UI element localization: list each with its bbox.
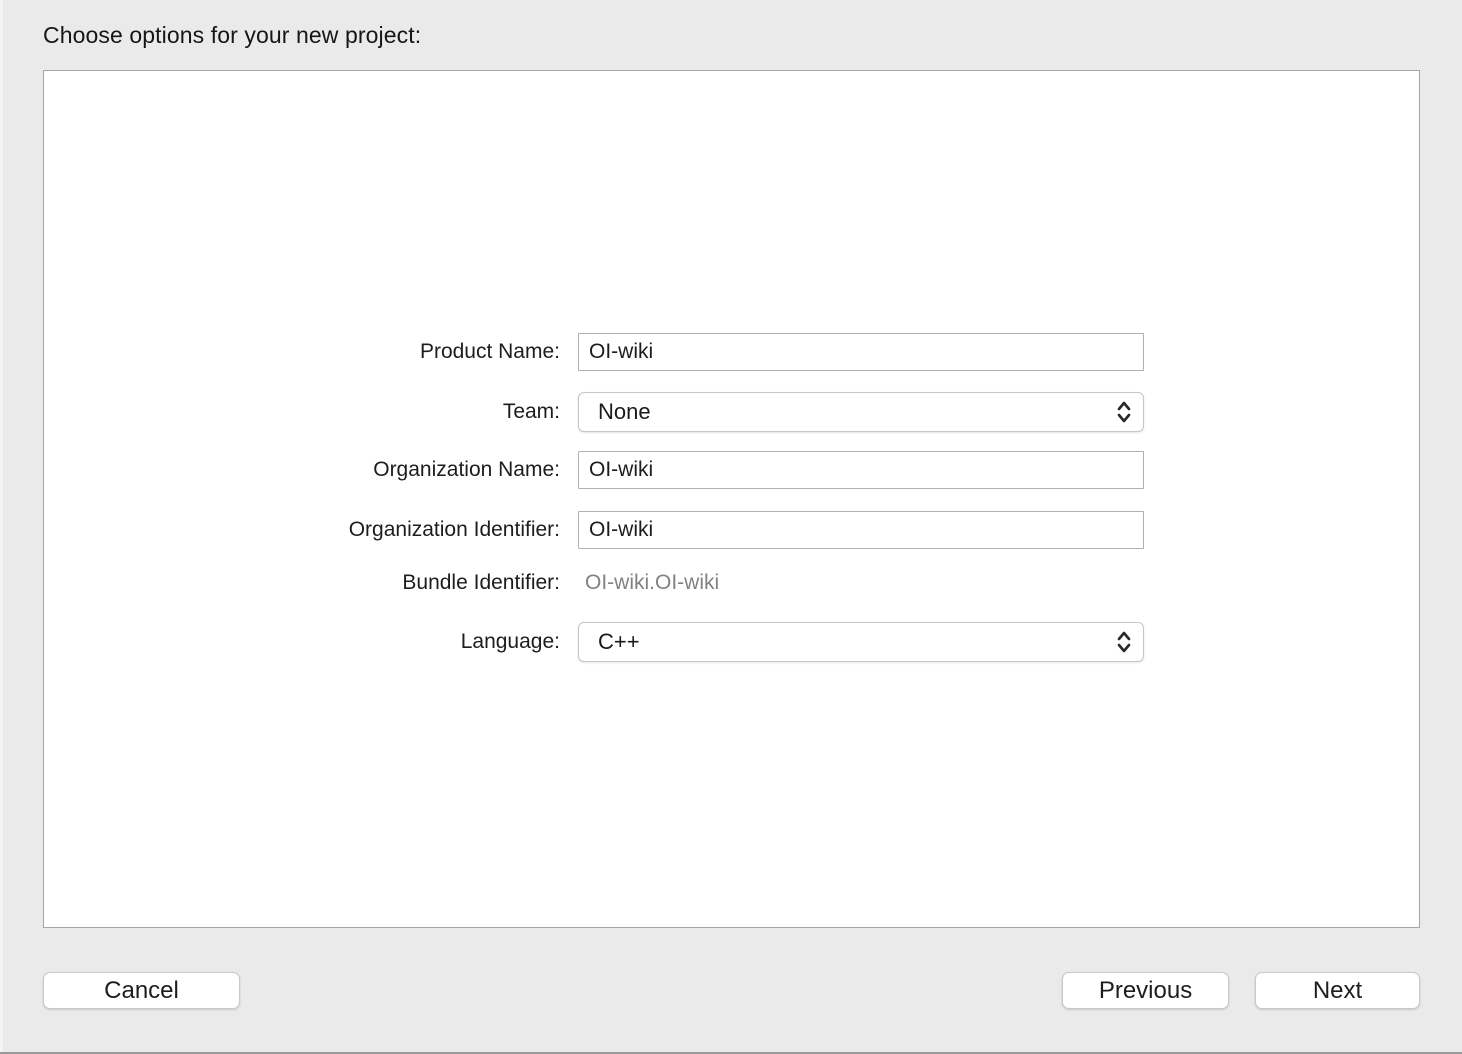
organization-name-input[interactable] — [578, 451, 1144, 489]
language-popup[interactable]: C++ — [578, 622, 1144, 662]
team-popup[interactable]: None — [578, 392, 1144, 432]
organization-identifier-row: Organization Identifier: — [44, 511, 1419, 549]
previous-button[interactable]: Previous — [1062, 972, 1229, 1009]
language-row: Language: C++ — [44, 622, 1419, 662]
options-panel: Product Name: Team: None Organization Na… — [43, 70, 1420, 928]
team-popup-value: None — [598, 399, 651, 425]
bundle-identifier-row: Bundle Identifier: OI-wiki.OI-wiki — [44, 569, 1419, 597]
product-name-label: Product Name: — [44, 340, 578, 364]
organization-identifier-label: Organization Identifier: — [44, 518, 578, 542]
bundle-identifier-label: Bundle Identifier: — [44, 571, 578, 595]
product-name-input[interactable] — [578, 333, 1144, 371]
next-button[interactable]: Next — [1255, 972, 1420, 1009]
language-label: Language: — [44, 630, 578, 654]
organization-identifier-input[interactable] — [578, 511, 1144, 549]
bundle-identifier-value: OI-wiki.OI-wiki — [578, 571, 719, 595]
window-left-edge — [0, 0, 3, 1054]
team-row: Team: None — [44, 392, 1419, 432]
organization-name-row: Organization Name: — [44, 451, 1419, 489]
organization-name-label: Organization Name: — [44, 458, 578, 482]
cancel-button[interactable]: Cancel — [43, 972, 240, 1009]
dialog-title: Choose options for your new project: — [43, 22, 421, 49]
up-down-chevrons-icon — [1116, 399, 1132, 425]
product-name-row: Product Name: — [44, 333, 1419, 371]
language-popup-value: C++ — [598, 629, 640, 655]
up-down-chevrons-icon — [1116, 629, 1132, 655]
team-label: Team: — [44, 400, 578, 424]
